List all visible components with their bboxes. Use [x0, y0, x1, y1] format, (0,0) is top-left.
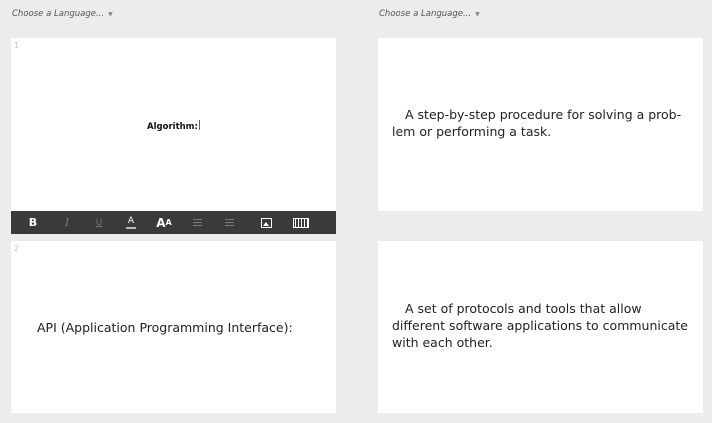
- definition-language-label: Choose a Language...: [379, 9, 472, 19]
- align-icon: [224, 218, 234, 227]
- chevron-down-icon: ▼: [475, 10, 480, 18]
- term-card-1[interactable]: 1 Algorithm:: [11, 38, 336, 211]
- align-button[interactable]: [222, 211, 236, 234]
- text-size-icon-large: A: [156, 215, 166, 230]
- underline-button[interactable]: U: [92, 211, 106, 234]
- definition-text-2[interactable]: A set of protocols and tools that allow …: [392, 300, 689, 351]
- text-cursor: [198, 120, 200, 130]
- bold-button[interactable]: B: [26, 211, 40, 234]
- text-color-button[interactable]: A: [124, 211, 138, 234]
- italic-button[interactable]: I: [60, 211, 74, 234]
- definition-language-select[interactable]: Choose a Language... ▼: [379, 9, 480, 19]
- term-language-label: Choose a Language...: [12, 9, 105, 19]
- term-text-1[interactable]: Algorithm:: [11, 120, 336, 132]
- text-size-icon-small: A: [165, 218, 172, 227]
- definition-card-2[interactable]: A set of protocols and tools that allow …: [378, 241, 703, 413]
- list-button[interactable]: [190, 211, 204, 234]
- term-text-2[interactable]: API (Application Programming Interface):: [37, 320, 326, 336]
- keyboard-icon: [293, 217, 309, 228]
- definition-card-1[interactable]: A step-by-step procedure for solving a p…: [378, 38, 703, 211]
- formatting-toolbar: B I U A AA: [11, 211, 336, 234]
- term-card-2[interactable]: 2 API (Application Programming Interface…: [11, 241, 336, 413]
- text-color-icon: A: [127, 216, 135, 226]
- chevron-down-icon: ▼: [108, 10, 113, 18]
- text-size-button[interactable]: AA: [154, 211, 174, 234]
- card-number: 2: [14, 244, 20, 253]
- keyboard-button[interactable]: [292, 211, 310, 234]
- term-language-select[interactable]: Choose a Language... ▼: [12, 9, 113, 19]
- insert-image-button[interactable]: [258, 211, 274, 234]
- list-icon: [192, 218, 202, 227]
- image-icon: [260, 217, 272, 228]
- definition-text-1[interactable]: A step-by-step procedure for solving a p…: [392, 106, 689, 140]
- card-number: 1: [14, 41, 20, 50]
- color-bar: [126, 227, 136, 229]
- term-text-1-value: Algorithm:: [147, 122, 198, 132]
